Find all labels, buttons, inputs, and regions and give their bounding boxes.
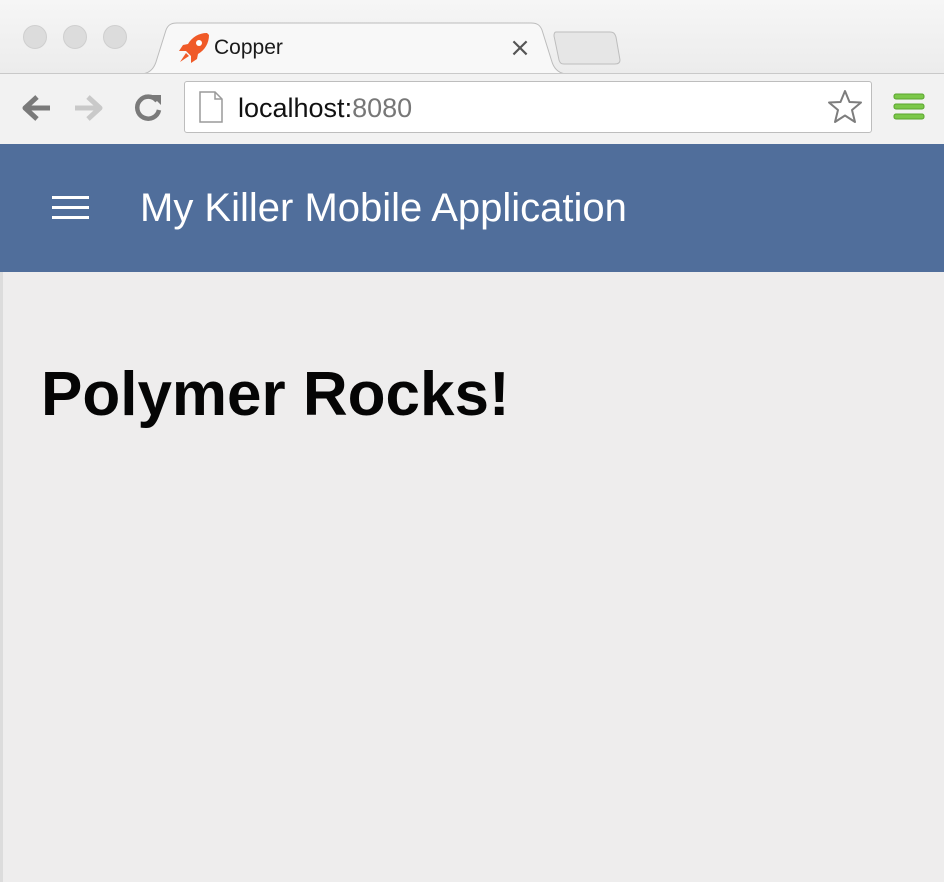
minimize-window-button[interactable] (63, 25, 87, 49)
hamburger-menu-icon[interactable] (52, 196, 90, 222)
zoom-window-button[interactable] (103, 25, 127, 49)
rocket-icon (179, 33, 209, 63)
page-icon (199, 91, 223, 123)
close-window-button[interactable] (23, 25, 47, 49)
close-tab-icon[interactable]: × (506, 34, 534, 62)
tab-title: Copper (214, 36, 283, 59)
url-text[interactable]: localhost:8080 (238, 91, 412, 125)
chrome-menu-icon[interactable] (892, 92, 926, 122)
new-tab-button[interactable] (552, 30, 622, 66)
page-heading: Polymer Rocks! (41, 360, 510, 429)
url-port: 8080 (352, 93, 413, 123)
back-arrow-icon[interactable] (17, 90, 53, 126)
forward-arrow-icon[interactable] (72, 90, 108, 126)
reload-icon[interactable] (130, 90, 166, 126)
app-title: My Killer Mobile Application (140, 186, 627, 230)
star-icon[interactable] (826, 88, 864, 126)
url-host: localhost: (238, 93, 353, 123)
